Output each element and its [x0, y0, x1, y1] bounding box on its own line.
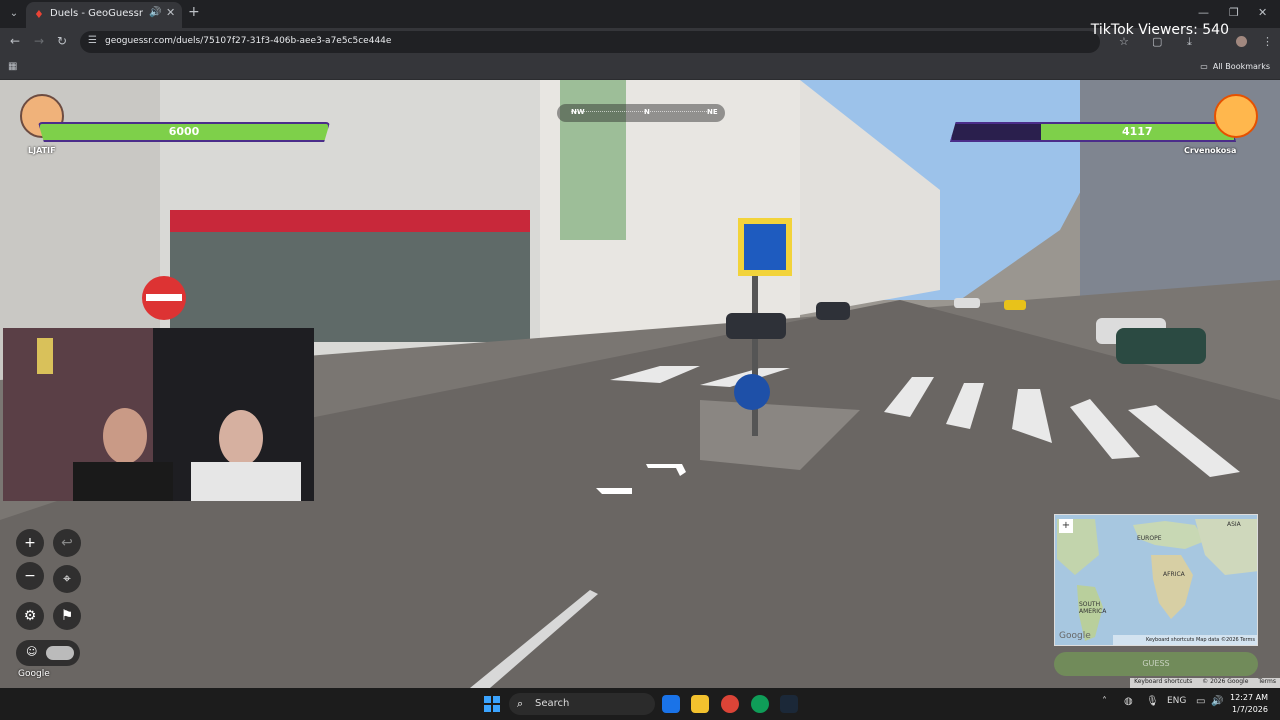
clock-date: 1/7/2026 [1232, 705, 1268, 714]
player2-health-bar: 4117 [950, 122, 1236, 142]
browser-toolbar: ← → ↻ ☰ geoguessr.com/duels/75107f27-31f… [0, 28, 1280, 56]
toggle-track [46, 646, 74, 660]
address-bar[interactable]: ☰ geoguessr.com/duels/75107f27-31f3-406b… [80, 31, 1100, 53]
search-icon: ⌕ [517, 697, 524, 710]
player1-health-value: 6000 [168, 125, 200, 138]
compass-ne: NE [707, 108, 718, 116]
player1-health-bar: 6000 [38, 122, 330, 142]
forward-icon[interactable]: → [34, 34, 44, 48]
return-to-start-button[interactable]: ⌖ [53, 565, 81, 593]
back-icon[interactable]: ← [10, 34, 20, 48]
taskbar-search[interactable]: ⌕ Search [509, 693, 655, 715]
chrome-active-icon[interactable] [751, 695, 769, 713]
zoom-out-button[interactable]: − [16, 562, 44, 590]
compass-n: N [644, 108, 650, 116]
apps-grid-icon[interactable]: ▦ [8, 61, 17, 72]
menu-icon[interactable]: ⋮ [1262, 35, 1273, 48]
audio-icon[interactable]: 🔊 [149, 7, 161, 18]
player2-name: Crvenokosa [1184, 146, 1237, 155]
new-tab-button[interactable]: + [188, 4, 200, 20]
volume-icon[interactable]: 🔊 [1211, 696, 1223, 707]
close-tab-icon[interactable]: ✕ [166, 6, 175, 19]
people-icon: ☺ [26, 645, 38, 658]
player2-health-value: 4117 [1121, 125, 1153, 138]
minimap-footer: Keyboard shortcuts Map data ©2026 Terms [1113, 635, 1257, 645]
url-text[interactable]: geoguessr.com/duels/75107f27-31f3-406b-a… [105, 36, 391, 46]
bookmarks-bar: ▦ ▭ All Bookmarks [0, 56, 1280, 80]
tab-title: Duels - GeoGuessr [50, 8, 143, 19]
minimap-google-logo: Google [1059, 631, 1091, 641]
profile-avatar[interactable] [1236, 36, 1247, 47]
chrome-icon[interactable] [721, 695, 739, 713]
tray-app-icon[interactable]: ◍ [1124, 696, 1133, 707]
minimize-icon[interactable]: — [1198, 6, 1209, 19]
webcam-overlay [3, 328, 314, 501]
compass-nw: NW [571, 108, 585, 116]
guess-button[interactable]: GUESS [1054, 652, 1258, 676]
webcam-feed-graphic [3, 328, 314, 501]
folder-icon: ▭ [1200, 62, 1208, 71]
restore-icon[interactable]: ❐ [1229, 6, 1239, 19]
reload-icon[interactable]: ↻ [57, 34, 67, 48]
minimap-zoom-in-button[interactable]: + [1059, 519, 1073, 533]
clock-time: 12:27 AM [1230, 693, 1268, 702]
windows-start-icon[interactable] [484, 696, 500, 712]
google-logo: Google [18, 669, 50, 679]
player1-name: LJATIF [28, 146, 56, 155]
zoom-in-button[interactable]: + [16, 529, 44, 557]
system-clock[interactable]: 12:27 AM 1/7/2026 [1230, 692, 1268, 716]
all-bookmarks-label: All Bookmarks [1212, 62, 1270, 71]
label-south-america: SOUTH AMERICA [1079, 601, 1107, 615]
file-explorer-icon[interactable] [691, 695, 709, 713]
tab-duels[interactable]: ♦ Duels - GeoGuessr 🔊 ✕ [26, 2, 182, 28]
network-icon[interactable]: ▭ [1196, 696, 1205, 707]
terms-link[interactable]: Terms [1258, 678, 1276, 685]
close-window-icon[interactable]: ✕ [1258, 6, 1267, 19]
language-indicator[interactable]: ENG [1167, 696, 1186, 706]
browser-titlebar: ⌄ ♦ Duels - GeoGuessr 🔊 ✕ + — ❐ ✕ [0, 0, 1280, 28]
tiktok-viewers-overlay: TikTok Viewers: 540 [1090, 22, 1229, 38]
player-visibility-toggle[interactable]: ☺ [16, 640, 80, 666]
player2-avatar [1214, 94, 1258, 138]
scene-footer: Keyboard shortcuts © 2026 Google Terms [1130, 678, 1280, 688]
microphone-icon[interactable]: 🎙 [1146, 696, 1159, 707]
compass: NW N NE [557, 104, 725, 122]
undo-move-button[interactable]: ↩ [53, 529, 81, 557]
geoguessr-favicon-icon: ♦ [34, 8, 44, 21]
tray-chevron-icon[interactable]: ˄ [1102, 696, 1107, 707]
street-view-panorama[interactable]: NW N NE 6000 LJATIF 4117 Crvenokosa + ↩ … [0, 80, 1280, 688]
all-bookmarks-button[interactable]: ▭ All Bookmarks [1200, 62, 1270, 71]
windows-taskbar: ⌕ Search ˄ ◍ 🎙 ENG ▭ 🔊 12:27 AM 1/7/2026 [0, 688, 1280, 720]
settings-button[interactable]: ⚙ [16, 602, 44, 630]
edge-icon[interactable] [662, 695, 680, 713]
label-africa: AFRICA [1163, 571, 1185, 578]
label-asia: ASIA [1227, 521, 1241, 528]
site-info-icon[interactable]: ☰ [88, 35, 97, 46]
guess-minimap[interactable]: + ASIA EUROPE AFRICA SOUTH AMERICA Googl… [1054, 514, 1258, 646]
tab-search-icon[interactable]: ⌄ [6, 6, 22, 22]
keyboard-shortcuts-link[interactable]: Keyboard shortcuts [1134, 678, 1192, 685]
steam-icon[interactable] [780, 695, 798, 713]
map-data-credit: © 2026 Google [1202, 678, 1249, 685]
label-europe: EUROPE [1137, 535, 1162, 542]
flag-button[interactable]: ⚑ [53, 602, 81, 630]
compass-ticks [571, 111, 711, 115]
search-label: Search [535, 698, 570, 709]
